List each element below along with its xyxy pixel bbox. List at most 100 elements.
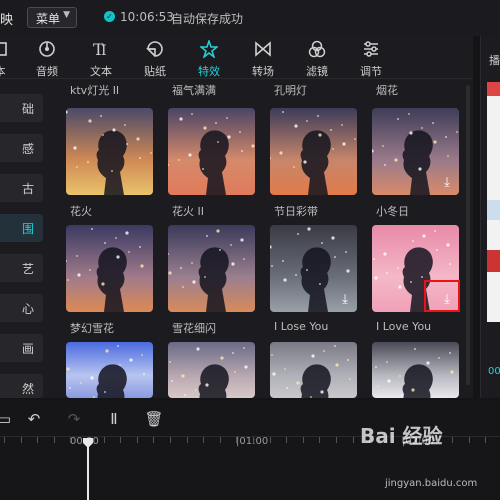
effect-thumbnail — [375, 348, 454, 398]
ruler-tick — [21, 437, 22, 443]
effect-card[interactable] — [66, 108, 153, 195]
category-label: 础 — [21, 102, 34, 116]
app-title: 映 — [0, 13, 14, 28]
category-item[interactable]: 础 — [0, 94, 43, 122]
effect-card[interactable] — [270, 342, 357, 398]
tab-filter[interactable]: 滤镜 — [289, 36, 345, 78]
check-circle-icon: ✓ — [104, 11, 115, 22]
tab-audio[interactable]: 音频 — [19, 36, 75, 78]
tab-label: 特效 — [198, 65, 220, 78]
media-toolbar: 本 音频 TI 文本 贴纸 特效 转场 滤镜 调节 — [0, 36, 473, 79]
undo-icon[interactable]: ↶ — [22, 407, 46, 431]
effect-card[interactable] — [270, 108, 357, 195]
category-item[interactable]: 画 — [0, 334, 43, 362]
ruler-tick — [319, 437, 320, 443]
download-icon[interactable]: ⤓ — [439, 175, 455, 191]
effect-card[interactable] — [168, 108, 255, 195]
category-item[interactable]: 然 — [0, 374, 43, 398]
effect-label: 雪花细闪 — [172, 322, 216, 335]
tab-label: 音频 — [36, 65, 58, 78]
playhead[interactable] — [87, 440, 89, 500]
text-basic-icon — [0, 42, 7, 56]
effect-label: I Lose You — [274, 320, 329, 333]
playhead-handle[interactable] — [82, 437, 94, 449]
ruler-tick — [469, 437, 470, 443]
ruler-tick — [120, 437, 121, 443]
tab-adjust[interactable]: 调节 — [343, 36, 399, 78]
ruler-tick — [137, 437, 138, 443]
effect-thumbnail — [168, 113, 255, 195]
category-item[interactable]: 心 — [0, 294, 43, 322]
preview-header: 播 — [489, 54, 500, 67]
category-label: 感 — [21, 142, 34, 156]
ruler-tick — [203, 437, 204, 443]
effect-label: I Love You — [376, 320, 432, 333]
audio-icon — [39, 41, 55, 57]
menu-dropdown[interactable]: 菜单 ▼ — [27, 7, 77, 28]
effect-card[interactable] — [66, 342, 153, 398]
ruler-tick — [104, 437, 105, 443]
delete-icon[interactable]: 🗑 — [142, 407, 166, 431]
effect-label: 梦幻雪花 — [70, 322, 114, 335]
effect-label: 小冬日 — [376, 205, 409, 218]
effect-label: 节日彩带 — [274, 205, 318, 218]
effect-card[interactable]: ⤓ — [270, 225, 357, 312]
download-icon[interactable]: ⤓ — [337, 292, 353, 308]
redo-icon[interactable]: ↷ — [62, 407, 86, 431]
ruler-tick — [286, 437, 287, 443]
effect-card[interactable] — [66, 225, 153, 312]
scrollbar[interactable] — [466, 85, 470, 385]
tab-transition[interactable]: 转场 — [235, 36, 291, 78]
download-highlight-box — [424, 280, 460, 312]
tab-effects[interactable]: 特效 — [181, 36, 237, 78]
effect-label: 烟花 — [376, 84, 398, 97]
category-item[interactable]: 艺 — [0, 254, 43, 282]
effect-thumbnail — [270, 111, 356, 195]
ruler-tick — [187, 437, 188, 443]
category-label: 心 — [21, 302, 34, 316]
category-label: 古 — [21, 182, 34, 196]
tab-label: 贴纸 — [144, 65, 166, 78]
effect-card[interactable]: ⤓ — [372, 108, 459, 195]
effect-thumbnail — [168, 229, 245, 312]
effect-thumbnail — [66, 228, 144, 312]
adjust-icon — [364, 41, 378, 57]
split-icon[interactable]: Ⅱ — [102, 407, 126, 431]
autosave-time: 10:06:53 — [120, 10, 174, 24]
watermark-logo: Bai 经验 — [360, 424, 443, 448]
category-label: 围 — [21, 222, 34, 236]
tab-label: 转场 — [252, 65, 274, 78]
effects-icon — [200, 40, 218, 58]
tab-sticker[interactable]: 贴纸 — [127, 36, 183, 78]
effect-label: 花火 — [70, 205, 92, 218]
text-icon: TI — [93, 40, 107, 58]
category-item[interactable]: 古 — [0, 174, 43, 202]
ruler-tick — [270, 437, 271, 443]
ruler-tick — [253, 437, 254, 443]
ruler-tick — [153, 437, 154, 443]
category-item[interactable]: 感 — [0, 134, 43, 162]
effect-thumbnail — [66, 110, 152, 195]
filter-icon — [308, 40, 326, 58]
transition-icon — [255, 41, 271, 57]
effect-label: 孔明灯 — [274, 84, 307, 97]
tab-label: 调节 — [360, 65, 382, 78]
ruler-tick — [485, 437, 486, 443]
category-item-atmosphere[interactable]: 围 — [0, 214, 43, 242]
sticker-icon — [146, 41, 163, 57]
effect-thumbnail — [66, 345, 145, 398]
select-tool-button[interactable]: ▭ — [0, 407, 16, 431]
effect-card[interactable] — [168, 225, 255, 312]
tab-text[interactable]: TI 文本 — [73, 36, 129, 78]
ruler-tick — [170, 437, 171, 443]
effect-label: 花火 II — [172, 205, 204, 218]
effect-card[interactable] — [168, 342, 255, 398]
tab-label: 滤镜 — [306, 65, 328, 78]
ruler-tick — [336, 437, 337, 443]
svg-text:I: I — [101, 43, 107, 58]
preview-time: 00 — [488, 366, 500, 377]
ruler-tick — [452, 437, 453, 443]
effect-card[interactable] — [372, 342, 459, 398]
watermark-url: jingyan.baidu.com — [385, 478, 478, 489]
ruler-tick — [353, 437, 354, 443]
